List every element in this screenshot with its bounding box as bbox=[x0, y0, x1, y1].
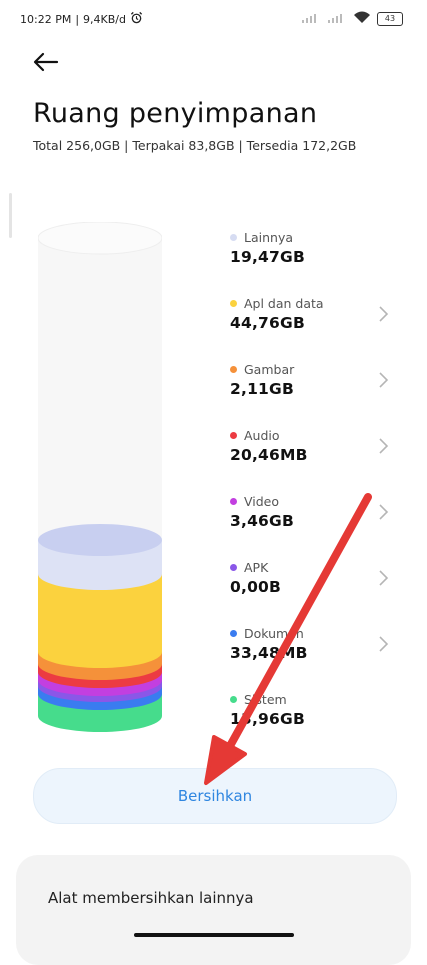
category-value: 19,47GB bbox=[230, 248, 305, 266]
category-name: Dokumen bbox=[244, 626, 304, 641]
more-cleaning-tools-card[interactable] bbox=[16, 855, 411, 965]
alarm-icon bbox=[130, 11, 143, 27]
category-lainnya: Lainnya 19,47GB bbox=[230, 230, 305, 266]
category-sistem: Sistem 13,96GB bbox=[230, 692, 305, 728]
category-value: 13,96GB bbox=[230, 710, 305, 728]
segment-lainnya-top bbox=[38, 524, 162, 556]
status-time: 10:22 PM bbox=[20, 12, 72, 26]
chevron-right-icon[interactable] bbox=[376, 635, 390, 653]
signal-icon-2 bbox=[327, 9, 347, 28]
chevron-right-icon[interactable] bbox=[376, 371, 390, 389]
category-value: 20,46MB bbox=[230, 446, 308, 464]
category-value: 0,00B bbox=[230, 578, 282, 596]
gesture-nav-handle[interactable] bbox=[134, 933, 294, 937]
more-cleaning-tools-label: Alat membersihkan lainnya bbox=[48, 889, 254, 907]
apl-color-dot bbox=[230, 300, 237, 307]
clean-button[interactable]: Bersihkan bbox=[33, 768, 397, 824]
category-value: 44,76GB bbox=[230, 314, 305, 332]
category-name: Apl dan data bbox=[244, 296, 324, 311]
category-value: 3,46GB bbox=[230, 512, 294, 530]
category-name: APK bbox=[244, 560, 269, 575]
category-name: Sistem bbox=[244, 692, 287, 707]
storage-usage-cylinder bbox=[38, 222, 162, 732]
chevron-right-icon[interactable] bbox=[376, 503, 390, 521]
category-apl-dan-data[interactable]: Apl dan data 44,76GB bbox=[230, 296, 324, 332]
back-arrow-icon bbox=[33, 52, 59, 72]
battery-level: 43 bbox=[384, 13, 396, 23]
category-gambar[interactable]: Gambar 2,11GB bbox=[230, 362, 294, 398]
dokumen-color-dot bbox=[230, 630, 237, 637]
back-button[interactable] bbox=[30, 48, 62, 76]
category-name: Gambar bbox=[244, 362, 295, 377]
scroll-indicator bbox=[9, 193, 12, 238]
sistem-color-dot bbox=[230, 696, 237, 703]
category-apk[interactable]: APK 0,00B bbox=[230, 560, 281, 596]
chevron-right-icon[interactable] bbox=[376, 437, 390, 455]
battery-icon: 43 bbox=[377, 11, 403, 26]
audio-color-dot bbox=[230, 432, 237, 439]
chevron-right-icon[interactable] bbox=[376, 305, 390, 323]
apk-color-dot bbox=[230, 564, 237, 571]
category-name: Audio bbox=[244, 428, 280, 443]
clean-button-label: Bersihkan bbox=[177, 787, 253, 805]
lainnya-color-dot bbox=[230, 234, 237, 241]
signal-icon bbox=[301, 9, 321, 28]
category-name: Lainnya bbox=[244, 230, 293, 245]
category-video[interactable]: Video 3,46GB bbox=[230, 494, 294, 530]
category-name: Video bbox=[244, 494, 280, 509]
category-value: 2,11GB bbox=[230, 380, 294, 398]
category-value: 33,48MB bbox=[230, 644, 308, 662]
category-dokumen[interactable]: Dokumen 33,48MB bbox=[230, 626, 308, 662]
status-bar: 10:22 PM | 9,4KB/d 43 bbox=[0, 0, 427, 38]
gambar-color-dot bbox=[230, 366, 237, 373]
storage-summary: Total 256,0GB | Terpakai 83,8GB | Tersed… bbox=[33, 138, 357, 153]
category-audio[interactable]: Audio 20,46MB bbox=[230, 428, 308, 464]
cylinder-top bbox=[38, 222, 162, 255]
wifi-icon bbox=[353, 9, 371, 28]
page-title: Ruang penyimpanan bbox=[33, 98, 318, 129]
status-separator: | bbox=[75, 12, 80, 26]
video-color-dot bbox=[230, 498, 237, 505]
network-speed: 9,4KB/d bbox=[83, 12, 126, 26]
chevron-right-icon[interactable] bbox=[376, 569, 390, 587]
